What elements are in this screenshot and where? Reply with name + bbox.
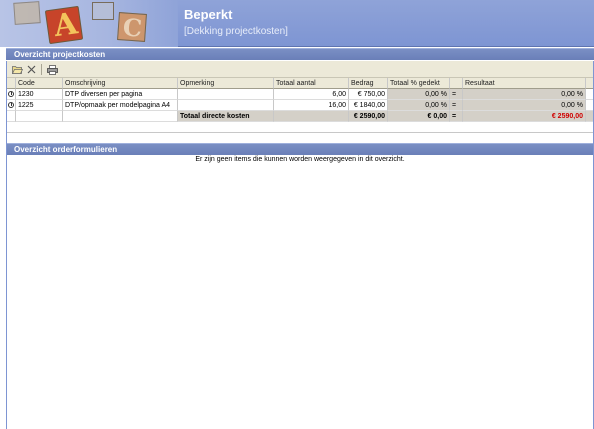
total-gedekt: € 0,00 — [388, 111, 450, 122]
printer-icon[interactable] — [46, 63, 59, 76]
empty-state-message: Er zijn geen items die kunnen worden wee… — [195, 156, 405, 163]
logo-block-c: C — [117, 12, 147, 43]
column-header-operator — [450, 78, 463, 89]
page-subtitle: [Dekking projectkosten] — [184, 26, 288, 37]
cell-empty — [6, 111, 16, 122]
cell-empty — [274, 111, 349, 122]
frame-border-left — [6, 61, 7, 429]
table-row[interactable]: 1225 DTP/opmaak per modelpagina A4 16,00… — [6, 100, 594, 111]
cell-omschrijving: DTP diversen per pagina — [63, 89, 178, 100]
logo-block-decoration — [92, 2, 114, 20]
app-header: A C Beperkt [Dekking projectkosten] — [0, 0, 594, 47]
total-resultaat: € 2590,00 — [463, 111, 586, 122]
cell-resultaat: 0,00 % — [463, 89, 586, 100]
cell-totaal-gedekt: 0,00 % — [388, 89, 450, 100]
logo-letter-c: C — [121, 12, 144, 43]
cell-operator: = — [450, 89, 463, 100]
total-label: Totaal directe kosten — [178, 111, 274, 122]
cell-code: 1230 — [16, 89, 63, 100]
column-header-omschrijving[interactable]: Omschrijving — [63, 78, 178, 89]
clock-icon[interactable] — [8, 102, 14, 108]
page-title: Beperkt — [184, 7, 233, 22]
logo-letter-a: A — [51, 6, 80, 45]
section-header-orderformulieren: Overzicht orderformulieren — [6, 143, 594, 155]
cell-omschrijving: DTP/opmaak per modelpagina A4 — [63, 100, 178, 111]
row-select-cell[interactable] — [6, 100, 16, 111]
projectkosten-table: Code Omschrijving Opmerking Totaal aanta… — [6, 78, 594, 133]
total-operator: = — [450, 111, 463, 122]
logo-block-a: A — [44, 5, 84, 45]
toolbar-separator — [41, 64, 42, 75]
table-total-row: Totaal directe kosten € 2590,00 € 0,00 =… — [6, 111, 594, 122]
column-header-code[interactable]: Code — [16, 78, 63, 89]
total-bedrag: € 2590,00 — [349, 111, 388, 122]
cell-empty — [16, 111, 63, 122]
cell-empty — [63, 111, 178, 122]
delete-icon[interactable] — [25, 63, 38, 76]
clock-icon[interactable] — [8, 91, 14, 97]
logo: A C — [0, 0, 178, 47]
toolbar — [6, 61, 594, 78]
column-header-bedrag[interactable]: Bedrag — [349, 78, 388, 89]
cell-totaal-gedekt: 0,00 % — [388, 100, 450, 111]
table-header-row: Code Omschrijving Opmerking Totaal aanta… — [6, 78, 594, 89]
cell-resultaat: 0,00 % — [463, 100, 586, 111]
column-header-totaal-gedekt[interactable]: Totaal % gedekt — [388, 78, 450, 89]
cell-bedrag: € 1840,00 — [349, 100, 388, 111]
column-header-totaal-aantal[interactable]: Totaal aantal — [274, 78, 349, 89]
section-header-projectkosten: Overzicht projectkosten — [6, 48, 594, 60]
cell-opmerking[interactable] — [178, 100, 274, 111]
column-header-resultaat[interactable]: Resultaat — [463, 78, 586, 89]
cell-code: 1225 — [16, 100, 63, 111]
folder-open-icon[interactable] — [11, 63, 24, 76]
cell-opmerking[interactable] — [178, 89, 274, 100]
cell-totaal-aantal: 6,00 — [274, 89, 349, 100]
column-header-opmerking[interactable]: Opmerking — [178, 78, 274, 89]
table-spacer-row — [6, 122, 594, 133]
logo-block-decoration — [13, 1, 41, 25]
cell-totaal-aantal: 16,00 — [274, 100, 349, 111]
table-row[interactable]: 1230 DTP diversen per pagina 6,00 € 750,… — [6, 89, 594, 100]
cell-operator: = — [450, 100, 463, 111]
cell-bedrag: € 750,00 — [349, 89, 388, 100]
row-select-cell[interactable] — [6, 89, 16, 100]
column-header-select — [6, 78, 16, 89]
